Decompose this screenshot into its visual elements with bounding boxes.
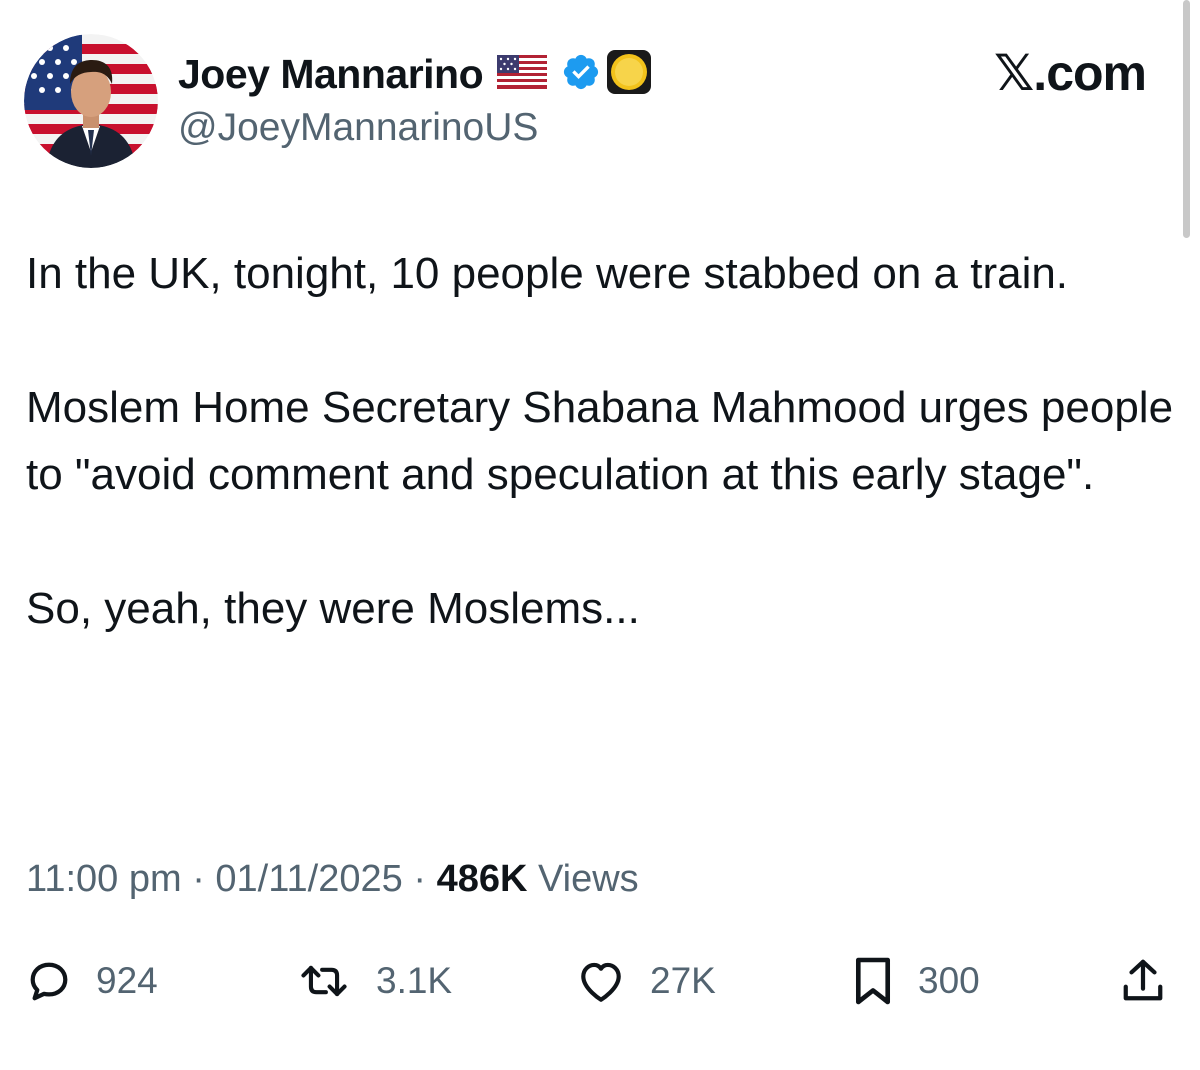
repost-count: 3.1K	[376, 960, 453, 1001]
author-handle[interactable]: @JoeyMannarinoUS	[178, 106, 538, 150]
reply-count: 924	[96, 960, 158, 1001]
views-count: 486K	[436, 858, 528, 900]
scrollbar[interactable]	[1183, 0, 1190, 238]
share-icon	[1123, 959, 1163, 1001]
heart-icon	[581, 962, 621, 1002]
us-flag-icon	[497, 54, 548, 94]
tweet-paragraph: Moslem Home Secretary Shabana Mahmood ur…	[26, 383, 1174, 499]
avatar[interactable]	[24, 34, 158, 168]
profile-photo	[24, 34, 158, 168]
repost-button[interactable]: 3.1K	[296, 946, 452, 1016]
author-display-name[interactable]: Joey Mannarino	[178, 51, 484, 98]
tweet-meta: 11:00 pm · 01/11/2025 · 486K Views	[26, 858, 639, 901]
like-button[interactable]: 27K	[576, 946, 716, 1016]
action-bar: 924 3.1K 27K 300	[0, 946, 1200, 1016]
tweet-paragraph: In the UK, tonight, 10 people were stabb…	[26, 249, 1069, 298]
tweet-date[interactable]: 01/11/2025	[215, 858, 402, 900]
share-button[interactable]	[1120, 946, 1166, 1016]
site-brand: 𝕏.com	[994, 45, 1147, 101]
reply-icon	[30, 962, 68, 1001]
bookmark-count: 300	[918, 960, 980, 1001]
repost-icon	[301, 965, 347, 997]
verified-badge-icon[interactable]	[561, 52, 601, 97]
tweet-text: In the UK, tonight, 10 people were stabb…	[26, 240, 1176, 709]
tweet-paragraph: So, yeah, they were Moslems...	[26, 584, 640, 633]
tweet-time[interactable]: 11:00 pm	[26, 858, 182, 900]
bookmark-button[interactable]: 300	[852, 946, 980, 1016]
yellow-circle-icon	[605, 48, 653, 101]
like-count: 27K	[650, 960, 716, 1001]
author-name-row: Joey Mannarino	[178, 48, 653, 100]
bookmark-icon	[855, 957, 891, 1005]
reply-button[interactable]: 924	[26, 946, 158, 1016]
views-label: Views	[537, 858, 639, 900]
meta-separator: ·	[413, 858, 426, 900]
meta-separator: ·	[192, 858, 205, 900]
